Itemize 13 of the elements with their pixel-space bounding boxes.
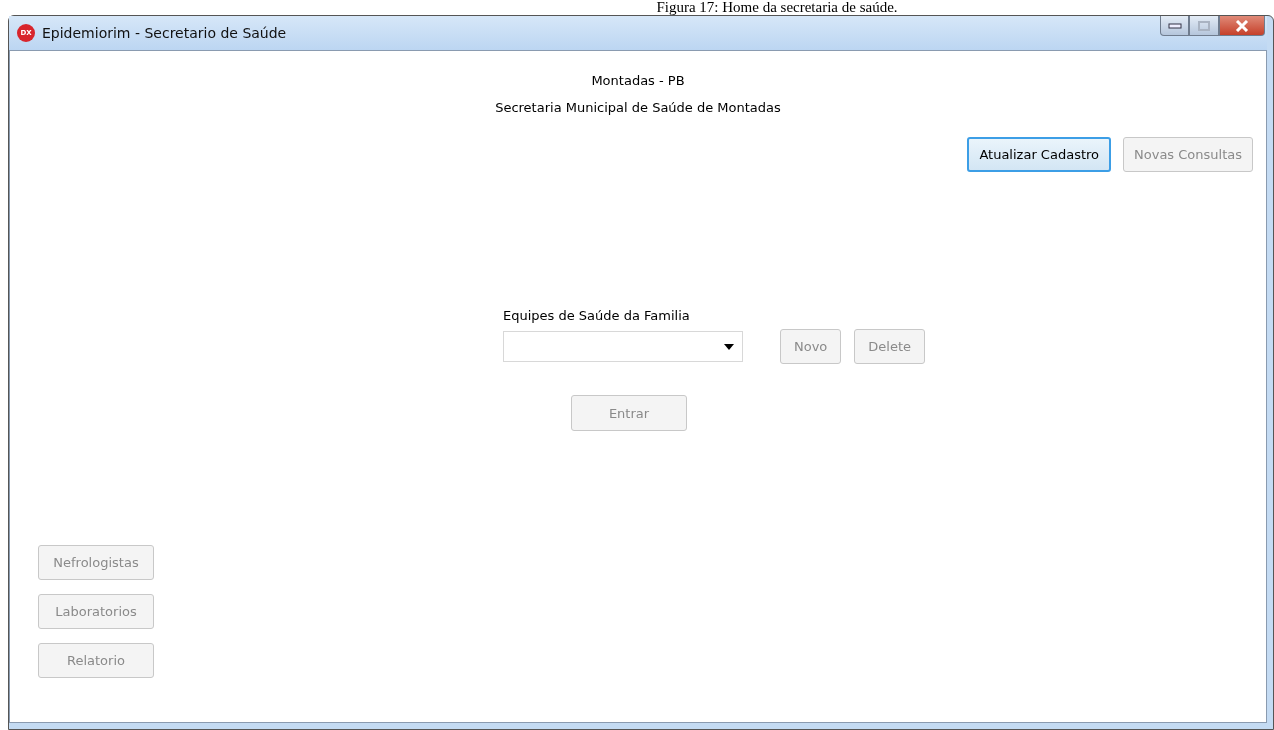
organization-label: Secretaria Municipal de Saúde de Montadas: [495, 100, 781, 115]
maximize-icon: [1198, 20, 1210, 31]
city-label: Montadas - PB: [591, 73, 685, 88]
action-button[interactable]: Atualizar Cadastro: [967, 137, 1111, 172]
figure-caption: Figura 17: Home da secretaria de saúde.: [655, 0, 899, 15]
minimize-icon: [1167, 22, 1182, 29]
team-label: Equipes de Saúde da Familia: [503, 308, 691, 323]
dropdown-arrow-icon: [724, 343, 734, 350]
close-button[interactable]: [1219, 16, 1265, 36]
window-title: Epidemiorim - Secretario de Saúde: [42, 25, 287, 41]
maximize-button[interactable]: [1189, 16, 1219, 36]
close-icon: [1235, 19, 1249, 32]
minimize-button[interactable]: [1160, 16, 1189, 36]
